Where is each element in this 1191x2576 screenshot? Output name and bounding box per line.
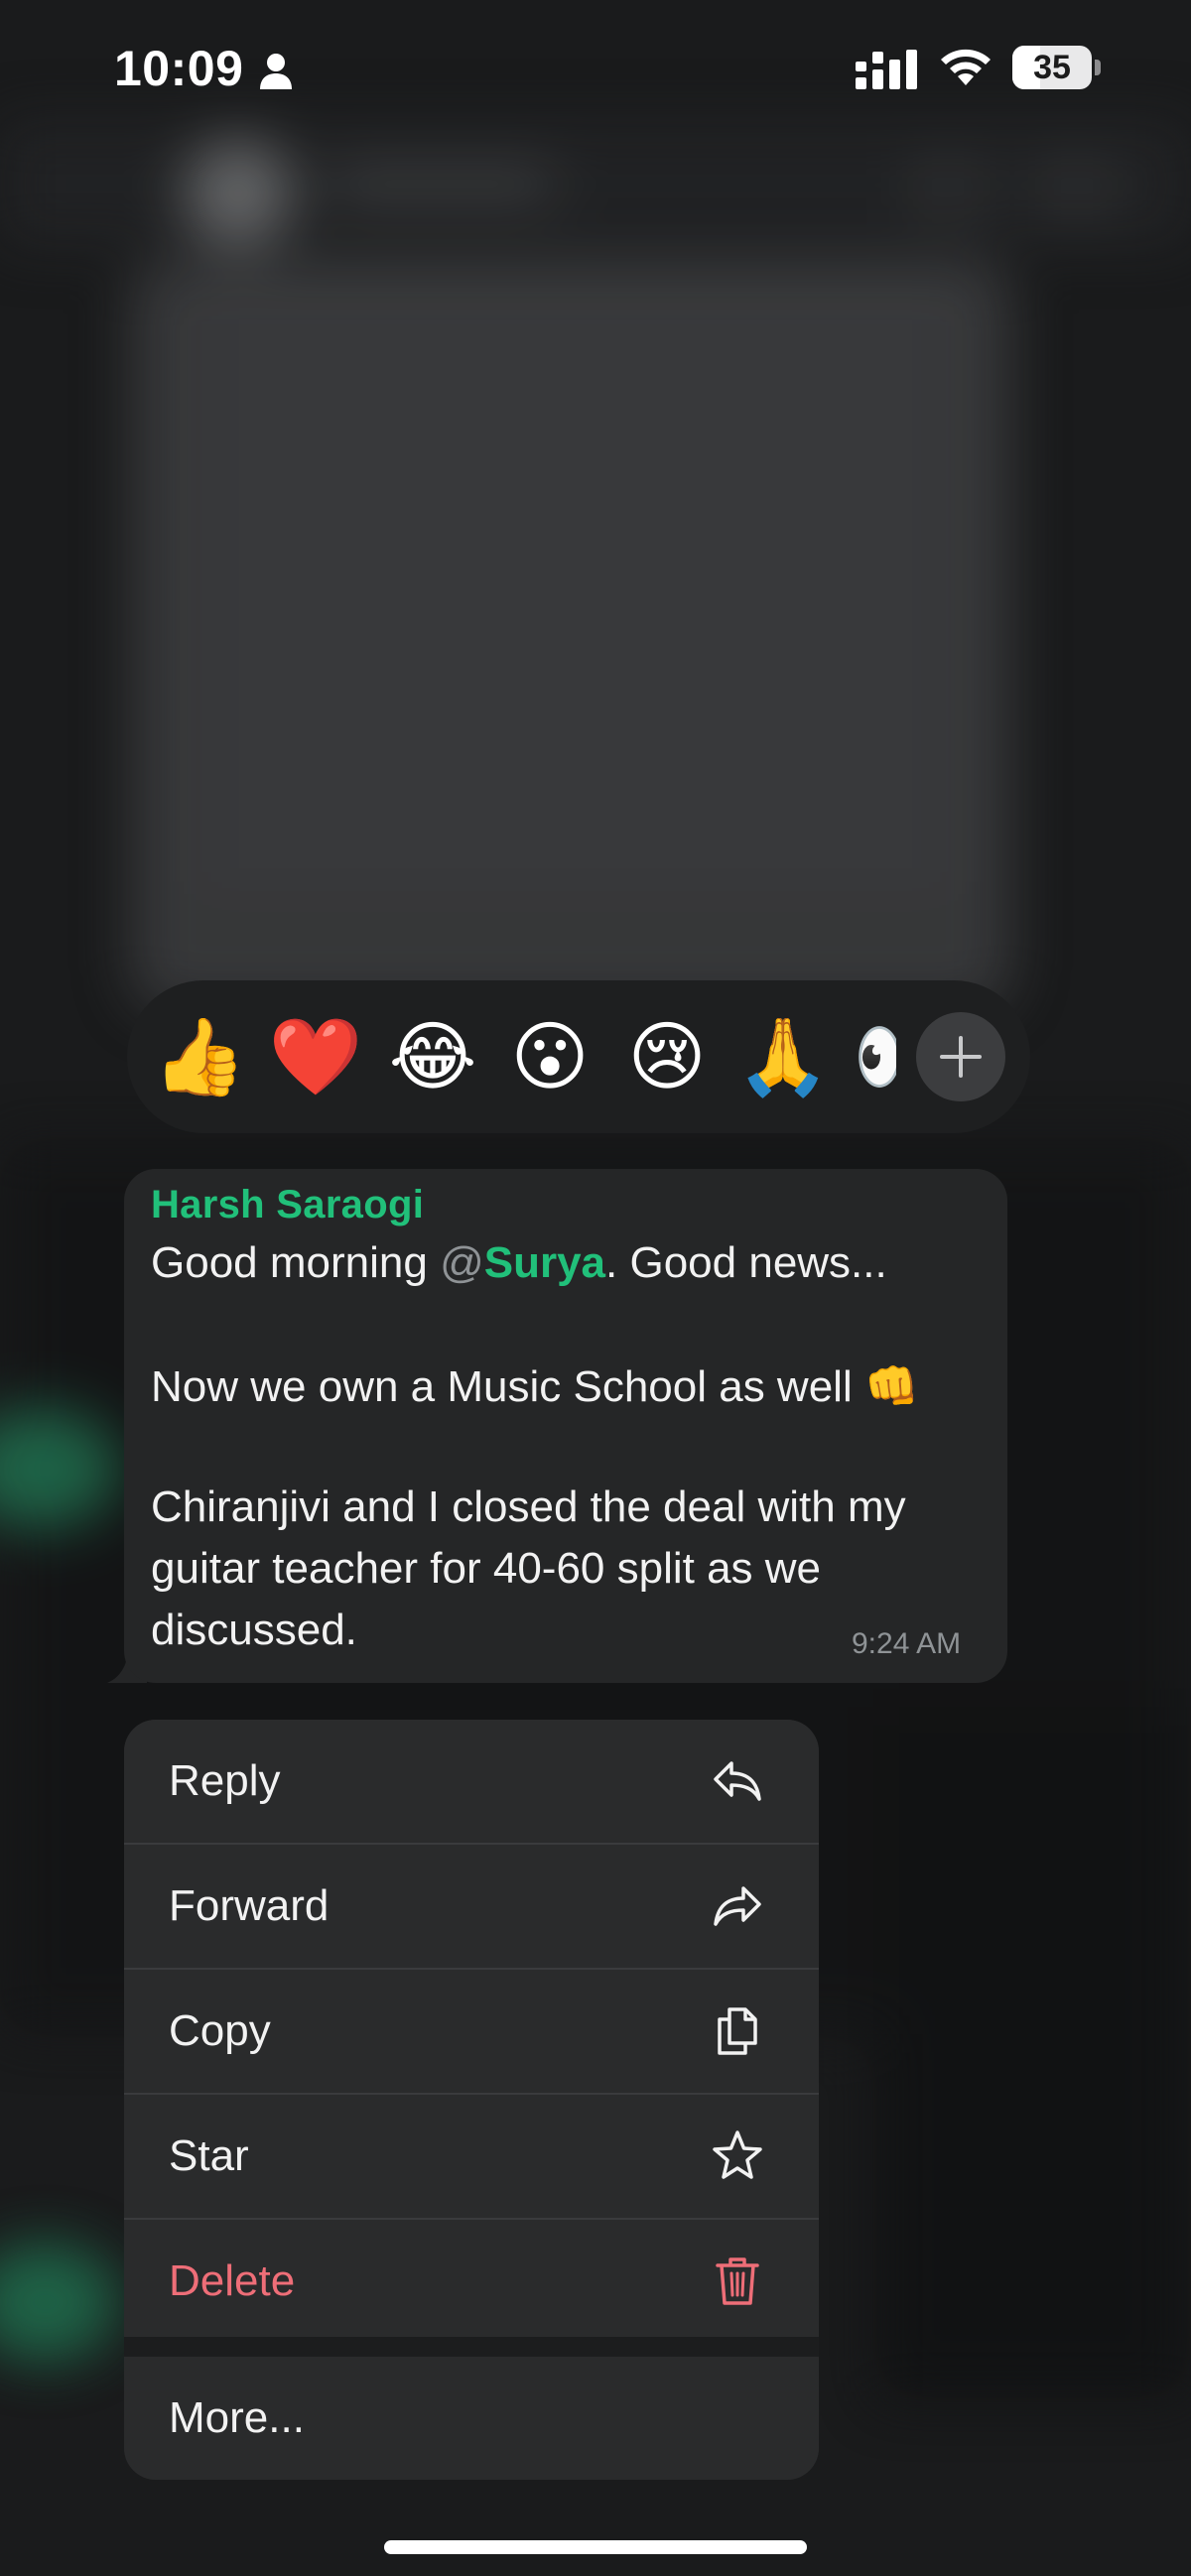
mention-at: @ [440,1238,484,1287]
add-reaction-button[interactable] [916,1012,1005,1101]
message-line-4: guitar teacher for 40-60 split as we [151,1544,822,1593]
battery-percent: 35 [1033,49,1071,86]
trash-icon [716,2257,759,2305]
message-greeting: Good morning [151,1238,441,1287]
menu-label-delete: Delete [169,2256,296,2305]
reaction-bar: 👍 ❤️ 😂 😮 😢 🙏 👀 [127,980,1030,1133]
reaction-heart[interactable]: ❤️ [267,1008,364,1105]
menu-item-reply[interactable]: Reply [124,1720,819,1843]
message-action-menu: Reply Forward Copy Star Delete More... [124,1720,819,2480]
status-time: 10:09 [114,41,244,96]
menu-label-more: More... [169,2393,305,2442]
message-line-5: discussed. [151,1606,357,1654]
reaction-surprised[interactable]: 😮 [501,1008,598,1105]
screen: 10:09 35 👍 ❤️ 😂 😮 😢 🙏 Harsh Saraogi Good… [0,0,1191,2576]
mention-name[interactable]: Surya [484,1238,605,1287]
menu-item-star[interactable]: Star [124,2095,819,2218]
menu-item-copy[interactable]: Copy [124,1970,819,2093]
menu-item-more[interactable]: More... [124,2357,819,2480]
menu-item-forward[interactable]: Forward [124,1845,819,1968]
forward-icon [714,1886,761,1926]
message-line-2: Now we own a Music School as well 👊 [151,1362,919,1411]
menu-separator [124,2337,819,2357]
message-line-3: Chiranjivi and I closed the deal with my [151,1482,906,1531]
copy-icon [718,2007,757,2055]
reply-icon [714,1761,761,1801]
reaction-thumbs-up[interactable]: 👍 [151,1008,248,1105]
reaction-praying-hands[interactable]: 🙏 [734,1008,832,1105]
reaction-laughing[interactable]: 😂 [384,1008,481,1105]
signal-icon [856,50,917,89]
menu-item-delete[interactable]: Delete [124,2220,819,2343]
battery-icon: 35 [1012,46,1102,89]
plus-icon [940,1036,982,1078]
menu-label-star: Star [169,2131,249,2180]
status-bar: 10:09 35 [0,0,1191,139]
star-icon [713,2130,762,2179]
menu-label-copy: Copy [169,2006,271,2055]
wifi-icon [941,49,991,85]
person-icon [260,54,292,89]
message-timestamp: 9:24 AM [852,1627,962,1660]
menu-label-reply: Reply [169,1756,281,1805]
message-sender: Harsh Saraogi [151,1183,425,1226]
reaction-eyes-clip: 👀 [852,1008,896,1105]
message-line-1: Good morning @Surya. Good news... [151,1238,887,1288]
home-indicator[interactable] [384,2540,807,2554]
menu-label-forward: Forward [169,1881,330,1930]
reaction-crying[interactable]: 😢 [618,1008,716,1105]
message-greeting-suffix: . Good news... [605,1238,887,1287]
reaction-eyes[interactable]: 👀 [852,1008,896,1105]
